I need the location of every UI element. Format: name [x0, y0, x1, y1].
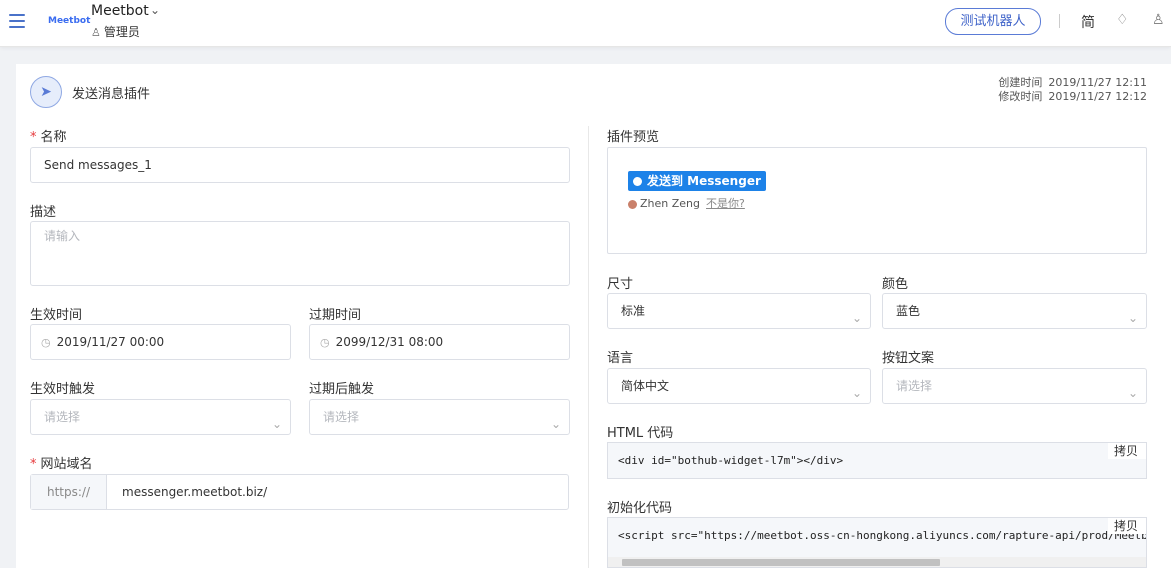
clock-icon: ◷ [41, 336, 51, 349]
scroll-left-arrow[interactable]: ◀ [610, 557, 614, 567]
end-time-picker[interactable]: ◷ 2099/12/31 08:00 [309, 324, 570, 360]
color-select[interactable]: 蓝色 ⌄ [882, 293, 1147, 329]
html-code-box[interactable]: <div id="bothub-widget-l7m"></div> 拷贝 [607, 442, 1147, 479]
messenger-button-label: 发送到 Messenger [647, 174, 761, 188]
start-trigger-select[interactable]: 请选择 ⌄ [30, 399, 291, 435]
timestamps: 创建时间 2019/11/27 12:11 修改时间 2019/11/27 12:1… [998, 76, 1147, 104]
bell-icon[interactable]: ♢ [1116, 12, 1129, 28]
start-trigger-placeholder: 请选择 [44, 410, 81, 424]
chevron-down-icon: ⌄ [550, 417, 561, 431]
language-label: 语言 [607, 351, 634, 366]
copy-html-button[interactable]: 拷贝 [1107, 443, 1146, 459]
chevron-down-icon: ⌄ [851, 311, 862, 325]
preview-label: 插件预览 [607, 130, 660, 145]
copy-init-button[interactable]: 拷贝 [1107, 518, 1146, 534]
horizontal-scrollbar[interactable]: ◀ ▶ [608, 557, 1146, 567]
start-time-label: 生效时间 [30, 308, 83, 323]
button-text-placeholder: 请选择 [896, 379, 933, 393]
init-code-label: 初始化代码 [607, 501, 673, 516]
top-header: Meetbot Meetbot ⌄ ♙ 管理员 测试机器人 简 ♢ ♙ [0, 0, 1171, 47]
html-code-label: HTML 代码 [607, 426, 674, 441]
end-trigger-select[interactable]: 请选择 ⌄ [309, 399, 570, 435]
modified-label: 修改时间 [998, 90, 1043, 103]
role-label: ♙ 管理员 [91, 23, 140, 40]
plugin-preview: 发送到 Messenger Zhen Zeng 不是你? [607, 147, 1147, 254]
domain-prefix: https:// [31, 475, 107, 509]
chevron-down-icon[interactable]: ⌄ [150, 3, 160, 17]
name-label-text: 名称 [40, 130, 67, 145]
end-time-label: 过期时间 [309, 308, 362, 323]
not-you-link[interactable]: 不是你? [706, 197, 745, 210]
color-value: 蓝色 [896, 304, 921, 318]
size-value: 标准 [621, 304, 646, 318]
language-toggle[interactable]: 简 [1081, 12, 1095, 32]
color-label: 颜色 [882, 277, 909, 292]
required-mark: * [30, 130, 37, 145]
send-icon: ➤ [30, 76, 62, 108]
start-time-picker[interactable]: ◷ 2019/11/27 00:00 [30, 324, 291, 360]
html-code-text: <div id="bothub-widget-l7m"></div> [618, 454, 844, 467]
scroll-right-arrow[interactable]: ▶ [1140, 557, 1144, 567]
messenger-icon [633, 177, 642, 186]
domain-input[interactable]: https:// messenger.meetbot.biz/ [30, 474, 569, 510]
app-name[interactable]: Meetbot [91, 3, 149, 19]
domain-label: * 网站域名 [30, 453, 93, 472]
chevron-down-icon: ⌄ [851, 386, 862, 400]
plugin-title: 发送消息插件 [72, 87, 151, 102]
chevron-down-icon: ⌄ [271, 417, 282, 431]
chevron-down-icon: ⌄ [1127, 386, 1138, 400]
button-text-select[interactable]: 请选择 ⌄ [882, 368, 1147, 404]
end-trigger-placeholder: 请选择 [323, 410, 360, 424]
end-trigger-label: 过期后触发 [309, 382, 375, 397]
clock-icon: ◷ [320, 336, 330, 349]
size-label: 尺寸 [607, 277, 634, 292]
domain-label-text: 网站域名 [40, 457, 93, 472]
domain-value: messenger.meetbot.biz/ [122, 485, 268, 499]
name-input[interactable]: Send messages_1 [30, 147, 570, 183]
start-trigger-label: 生效时触发 [30, 382, 96, 397]
button-text-label: 按钮文案 [882, 351, 935, 366]
preview-user: Zhen Zeng 不是你? [628, 195, 745, 211]
preview-user-name: Zhen Zeng [640, 197, 701, 210]
user-icon: ♙ [91, 26, 101, 39]
plugin-card: ➤ 发送消息插件 创建时间 2019/11/27 12:11 修改时间 2019/1… [16, 64, 1171, 568]
size-select[interactable]: 标准 ⌄ [607, 293, 871, 329]
send-to-messenger-button[interactable]: 发送到 Messenger [628, 171, 766, 191]
chevron-down-icon: ⌄ [1127, 311, 1138, 325]
name-label: * 名称 [30, 126, 67, 145]
created-label: 创建时间 [998, 76, 1043, 89]
scroll-thumb[interactable] [622, 559, 940, 566]
column-divider [588, 126, 589, 568]
created-value: 2019/11/27 12:11 [1048, 76, 1147, 89]
language-select[interactable]: 简体中文 ⌄ [607, 368, 871, 404]
required-mark: * [30, 457, 37, 472]
name-value: Send messages_1 [44, 158, 152, 172]
modified-value: 2019/11/27 12:12 [1048, 90, 1147, 103]
role-text: 管理员 [103, 25, 140, 39]
account-icon[interactable]: ♙ [1152, 12, 1165, 28]
start-time-value: 2019/11/27 00:00 [56, 335, 165, 349]
divider [1059, 14, 1060, 28]
desc-textarea[interactable]: 请输入 [30, 221, 570, 286]
menu-icon[interactable] [9, 14, 25, 28]
init-code-box[interactable]: <script src="https://meetbot.oss-cn-hong… [607, 517, 1147, 568]
logo: Meetbot [48, 16, 91, 26]
avatar [628, 199, 637, 209]
init-code-text: <script src="https://meetbot.oss-cn-hong… [618, 529, 1147, 542]
desc-placeholder: 请输入 [44, 229, 81, 243]
test-bot-button[interactable]: 测试机器人 [945, 8, 1041, 35]
end-time-value: 2099/12/31 08:00 [335, 335, 444, 349]
language-value: 简体中文 [621, 379, 670, 393]
desc-label: 描述 [30, 205, 57, 220]
